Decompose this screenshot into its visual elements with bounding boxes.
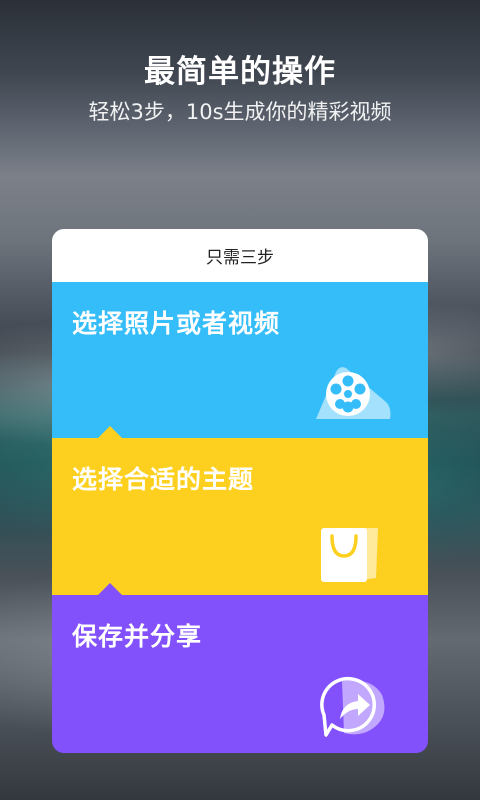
- card-header: 只需三步: [52, 229, 428, 282]
- page-title: 最简单的操作: [144, 54, 336, 90]
- share-arrow-icon: [320, 675, 392, 743]
- card-title: 只需三步: [206, 248, 274, 268]
- page-subtitle: 轻松3步，10s生成你的精彩视频: [88, 100, 392, 124]
- steps-card: 只需三步 选择照片或者视频 选择合适的主题 保存并分享: [52, 229, 428, 753]
- step-pointer: [98, 583, 122, 595]
- step-label: 选择合适的主题: [72, 465, 255, 494]
- step-save-share: 保存并分享: [52, 583, 428, 753]
- step-pointer: [98, 426, 122, 438]
- shopping-bag-icon: [318, 522, 380, 588]
- step-select-media: 选择照片或者视频: [52, 282, 428, 438]
- step-label: 保存并分享: [72, 622, 203, 651]
- step-label: 选择照片或者视频: [72, 309, 281, 338]
- video-reel-icon: [310, 362, 394, 426]
- step-select-theme: 选择合适的主题: [52, 426, 428, 595]
